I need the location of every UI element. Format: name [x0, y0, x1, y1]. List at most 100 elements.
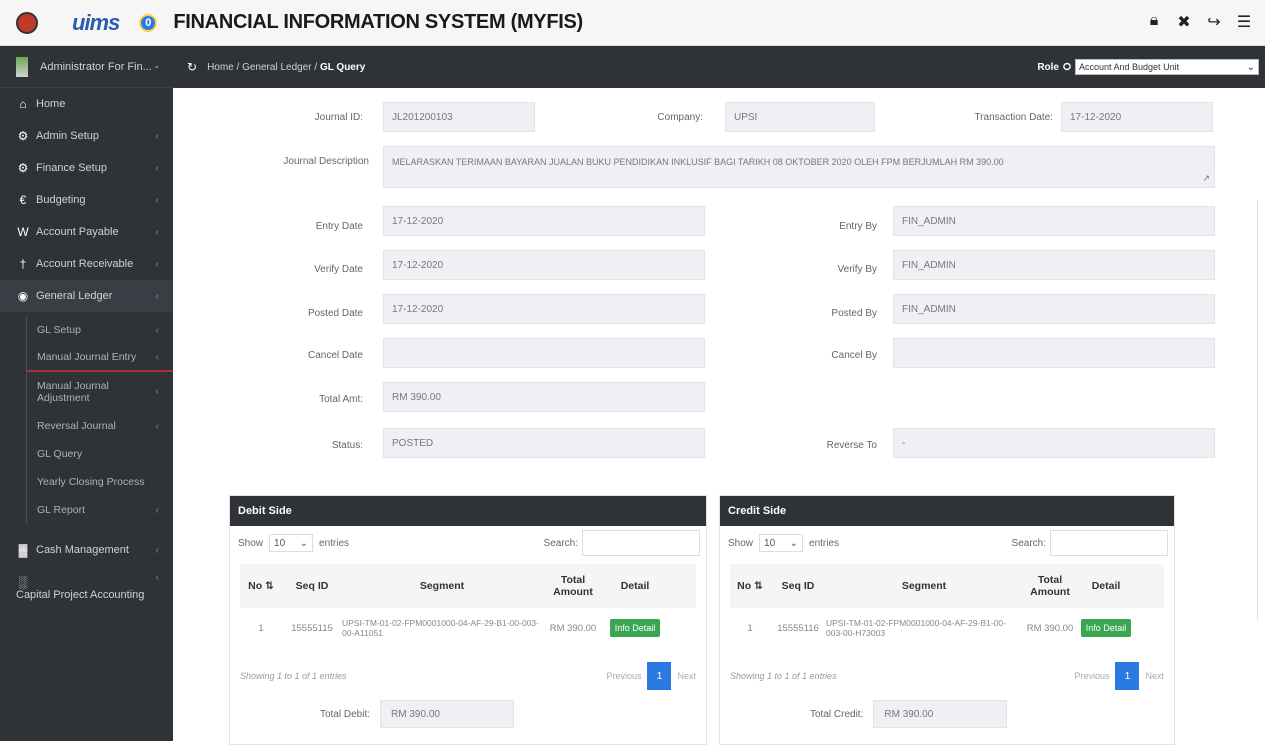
sidebar-item-account-payable[interactable]: W Account Payable ‹ [0, 216, 173, 248]
transaction-date-field[interactable]: 17-12-2020 [1061, 102, 1213, 132]
page-1-button[interactable]: 1 [1115, 662, 1140, 690]
sidebar-item-home[interactable]: ⌂ Home [0, 88, 173, 120]
sidebar-sub-gl-setup[interactable]: GL Setup ‹ [26, 316, 173, 344]
chevron-down-icon: ⌄ [789, 537, 799, 549]
top-header: uims 0 FINANCIAL INFORMATION SYSTEM (MYF… [0, 0, 1265, 46]
description-field[interactable]: MELARASKAN TERIMAAN BAYARAN JUALAN BUKU … [383, 146, 1215, 188]
col-segment[interactable]: Segment [342, 580, 542, 592]
show-label: Show [238, 537, 264, 549]
row-seq-id: 15555115 [291, 622, 333, 634]
search-label: Search: [1011, 537, 1046, 549]
page-1-button[interactable]: 1 [647, 662, 672, 690]
column-label: No [248, 580, 263, 592]
sidebar-sub-gl-query[interactable]: GL Query [26, 440, 173, 468]
row-segment: UPSI-TM-01-02-FPM0001000-04-AF-29-B1-00-… [342, 618, 539, 638]
sidebar-sub-label: GL Setup [37, 324, 81, 336]
status-label: Status: [331, 440, 363, 451]
uims-logo: uims [72, 9, 120, 35]
sidebar-item-label: Finance Setup [36, 162, 107, 174]
verify-by-field[interactable]: FIN_ADMIN [893, 250, 1215, 280]
total-debit-field[interactable]: RM 390.00 [380, 700, 515, 728]
role-select[interactable]: Account And Budget Unit ⌄ [1075, 59, 1259, 75]
refresh-icon[interactable]: ↻ [187, 60, 197, 74]
sidebar-item-budgeting[interactable]: € Budgeting ‹ [0, 184, 173, 216]
sidebar-sub-gl-report[interactable]: GL Report ‹ [26, 496, 173, 524]
credit-page-size-select[interactable]: 10 ⌄ [759, 534, 804, 552]
column-label: Segment [419, 580, 465, 592]
row-amount: RM 390.00 [1026, 622, 1074, 634]
sidebar-sub-manual-journal-adjustment[interactable]: Manual Journal Adjustment ‹ [26, 372, 173, 412]
col-total-amount[interactable]: Total Amount [542, 574, 604, 598]
total-amt-field[interactable]: RM 390.00 [383, 382, 705, 412]
total-credit-field[interactable]: RM 390.00 [873, 700, 1008, 728]
entry-date-field[interactable]: 17-12-2020 [383, 206, 705, 236]
posted-date-field[interactable]: 17-12-2020 [383, 294, 705, 324]
status-field[interactable]: POSTED [383, 428, 705, 458]
info-detail-button[interactable]: Info Detail [609, 619, 661, 637]
sidebar-item-cash-management[interactable]: ▓ Cash Management ‹ [0, 534, 173, 566]
info-detail-button[interactable]: Info Detail [1080, 619, 1132, 637]
chevron-left-icon: ‹ [155, 351, 159, 363]
entries-label: entries [809, 537, 840, 549]
sidebar-sub-reversal-journal[interactable]: Reversal Journal ‹ [26, 412, 173, 440]
previous-button[interactable]: Previous [606, 671, 641, 681]
col-no[interactable]: No ⇅ [240, 580, 282, 592]
sidebar-item-finance-setup[interactable]: ⚙ Finance Setup ‹ [0, 152, 173, 184]
col-total-amount[interactable]: Total Amount [1022, 574, 1078, 598]
cancel-by-label: Cancel By [831, 350, 877, 361]
col-seq-id[interactable]: Seq ID [282, 580, 342, 592]
col-no[interactable]: No ⇅ [730, 580, 770, 592]
breadcrumb-home[interactable]: Home [207, 62, 234, 73]
credit-pagination-row: Showing 1 to 1 of 1 entries Previous 1 N… [730, 656, 1164, 696]
sidebar-item-label: Budgeting [36, 194, 86, 206]
entry-by-field[interactable]: FIN_ADMIN [893, 206, 1215, 236]
journal-id-field[interactable]: JL201200103 [383, 102, 535, 132]
reverse-to-field[interactable]: - [893, 428, 1215, 458]
col-segment[interactable]: Segment [826, 580, 1022, 592]
sidebar-sub-yearly-closing[interactable]: Yearly Closing Process [26, 468, 173, 496]
sidebar-item-general-ledger[interactable]: ◉ General Ledger ‹ [0, 280, 173, 312]
menu-icon[interactable]: ☰ [1235, 12, 1253, 32]
previous-button[interactable]: Previous [1074, 671, 1109, 681]
col-detail[interactable]: Detail [604, 580, 666, 592]
sidebar-item-label: Account Receivable [36, 258, 134, 270]
gear-icon: ⚙ [17, 161, 29, 175]
logout-icon[interactable]: ↪ [1205, 12, 1223, 32]
breadcrumb-general-ledger[interactable]: General Ledger [242, 62, 312, 73]
next-button[interactable]: Next [1145, 671, 1164, 681]
sidebar-sub-manual-journal-entry[interactable]: Manual Journal Entry ‹ [26, 344, 173, 372]
credit-search-input[interactable] [1050, 530, 1168, 556]
col-seq-id[interactable]: Seq ID [770, 580, 826, 592]
w-icon: W [17, 225, 29, 239]
resize-handle-icon[interactable]: ↗ [1202, 173, 1210, 184]
lock-icon[interactable]: 🔒︎ [1145, 12, 1163, 32]
sidebar-item-label: General Ledger [36, 290, 113, 302]
sidebar-item-capital-project[interactable]: ░ Capital Project Accounting ‹ [0, 566, 173, 610]
debit-search-input[interactable] [582, 530, 700, 556]
verify-date-field[interactable]: 17-12-2020 [383, 250, 705, 280]
posted-by-field[interactable]: FIN_ADMIN [893, 294, 1215, 324]
sidebar-user[interactable]: Administrator For Fin... - [0, 46, 173, 88]
entries-label: entries [319, 537, 350, 549]
breadcrumb: ↻ Home / General Ledger / GL Query Role … [173, 46, 1265, 88]
role-selector: Role ⭘ Account And Budget Unit ⌄ [1037, 59, 1259, 75]
scrollbar[interactable] [1257, 200, 1265, 620]
sidebar: Administrator For Fin... - ⌂ Home ⚙ Admin … [0, 46, 173, 741]
posted-date-label: Posted Date [307, 308, 363, 319]
company-field[interactable]: UPSI [725, 102, 875, 132]
cancel-date-field[interactable] [383, 338, 705, 368]
page-size-value: 10 [274, 537, 286, 549]
search-label: Search: [543, 537, 578, 549]
sidebar-item-label: Admin Setup [36, 130, 99, 142]
cancel-by-field[interactable] [893, 338, 1215, 368]
expand-icon[interactable]: ✖ [1175, 12, 1193, 32]
posted-by-label: Posted By [831, 308, 877, 319]
col-detail[interactable]: Detail [1078, 580, 1134, 592]
cancel-date-label: Cancel Date [307, 350, 363, 361]
chevron-left-icon: ‹ [155, 162, 159, 174]
sidebar-item-account-receivable[interactable]: † Account Receivable ‹ [0, 248, 173, 280]
column-label: Seq ID [295, 580, 329, 592]
next-button[interactable]: Next [677, 671, 696, 681]
sidebar-item-admin-setup[interactable]: ⚙ Admin Setup ‹ [0, 120, 173, 152]
debit-page-size-select[interactable]: 10 ⌄ [269, 534, 314, 552]
